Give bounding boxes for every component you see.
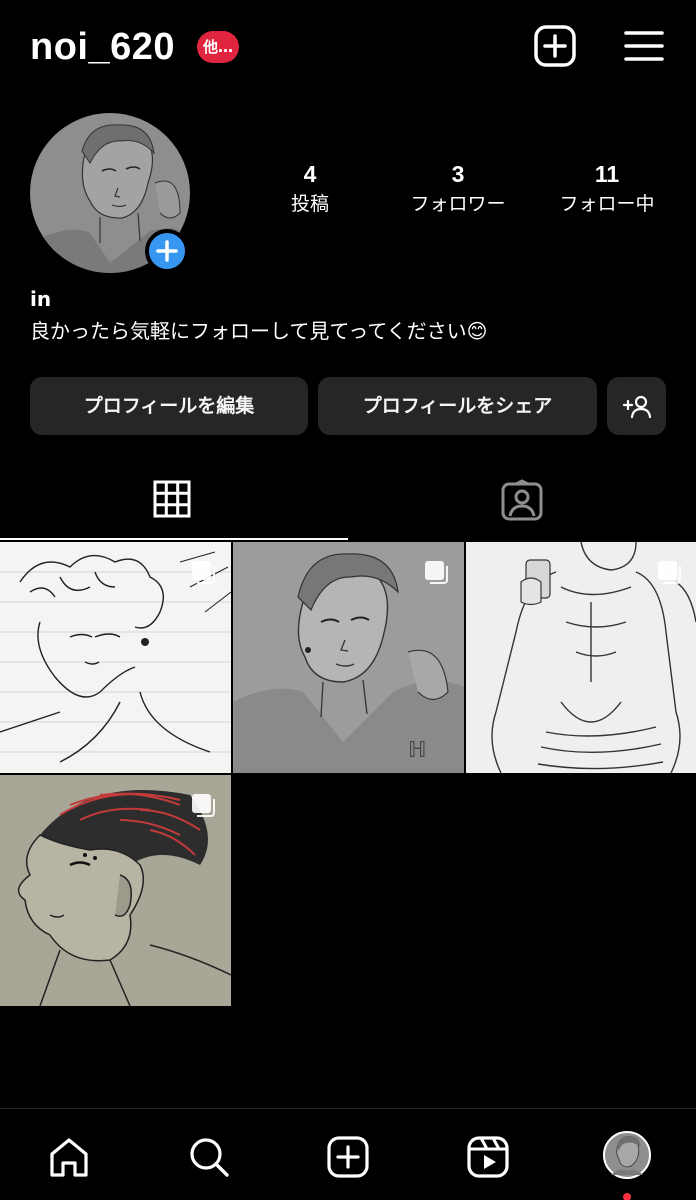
search-icon (190, 1138, 229, 1177)
post-thumbnail[interactable] (466, 542, 696, 773)
nav-reels[interactable] (466, 1135, 510, 1179)
notification-dot (623, 1193, 631, 1200)
posts-count[interactable]: 4 投稿 (240, 160, 380, 218)
posts-count-value: 4 (303, 161, 317, 187)
following-count[interactable]: 11 フォロー中 (537, 160, 677, 218)
nav-home[interactable] (47, 1135, 91, 1179)
profile-avatar-container[interactable] (30, 113, 190, 273)
username-switcher[interactable]: noi_620 (30, 26, 175, 69)
post-thumbnail[interactable]: ℍ (233, 542, 464, 773)
carousel-icon (192, 794, 215, 817)
add-story-button[interactable] (145, 229, 189, 273)
bio-name: in (30, 287, 52, 311)
profile-avatar (603, 1131, 651, 1179)
following-count-value: 11 (594, 161, 620, 187)
followers-count[interactable]: 3 フォロワー (388, 160, 528, 218)
svg-text:ℍ: ℍ (408, 738, 427, 763)
share-profile-button[interactable]: プロフィールをシェア (318, 377, 597, 435)
account-notification-badge[interactable]: 他… (197, 31, 240, 63)
nav-profile[interactable] (603, 1131, 651, 1200)
new-post-icon[interactable] (533, 24, 577, 68)
post-thumbnail[interactable] (0, 775, 231, 1006)
reels-icon (467, 1136, 509, 1178)
post-thumbnail[interactable] (0, 542, 231, 773)
nav-create[interactable] (326, 1135, 370, 1179)
bio-text: 良かったら気軽にフォローして見てってください😊 (30, 319, 488, 343)
followers-count-value: 3 (451, 161, 465, 187)
bottom-navigation (0, 1108, 696, 1200)
carousel-icon (425, 561, 448, 584)
tagged-icon (501, 479, 543, 521)
carousel-icon (658, 561, 681, 584)
grid-icon (153, 480, 191, 518)
tab-posts-grid[interactable] (0, 465, 348, 540)
carousel-icon (192, 561, 215, 584)
discover-people-button[interactable] (607, 377, 666, 435)
tab-tagged[interactable] (348, 465, 696, 540)
profile-tabs (0, 465, 696, 540)
posts-count-label: 投稿 (290, 193, 329, 215)
nav-search[interactable] (187, 1135, 231, 1179)
add-person-icon (622, 395, 652, 419)
home-icon (50, 1138, 88, 1177)
menu-icon[interactable] (622, 24, 666, 68)
create-icon (327, 1136, 369, 1178)
top-header: noi_620 他… (0, 0, 696, 95)
followers-count-label: フォロワー (410, 193, 506, 215)
following-count-label: フォロー中 (559, 193, 655, 215)
edit-profile-button[interactable]: プロフィールを編集 (30, 377, 308, 435)
